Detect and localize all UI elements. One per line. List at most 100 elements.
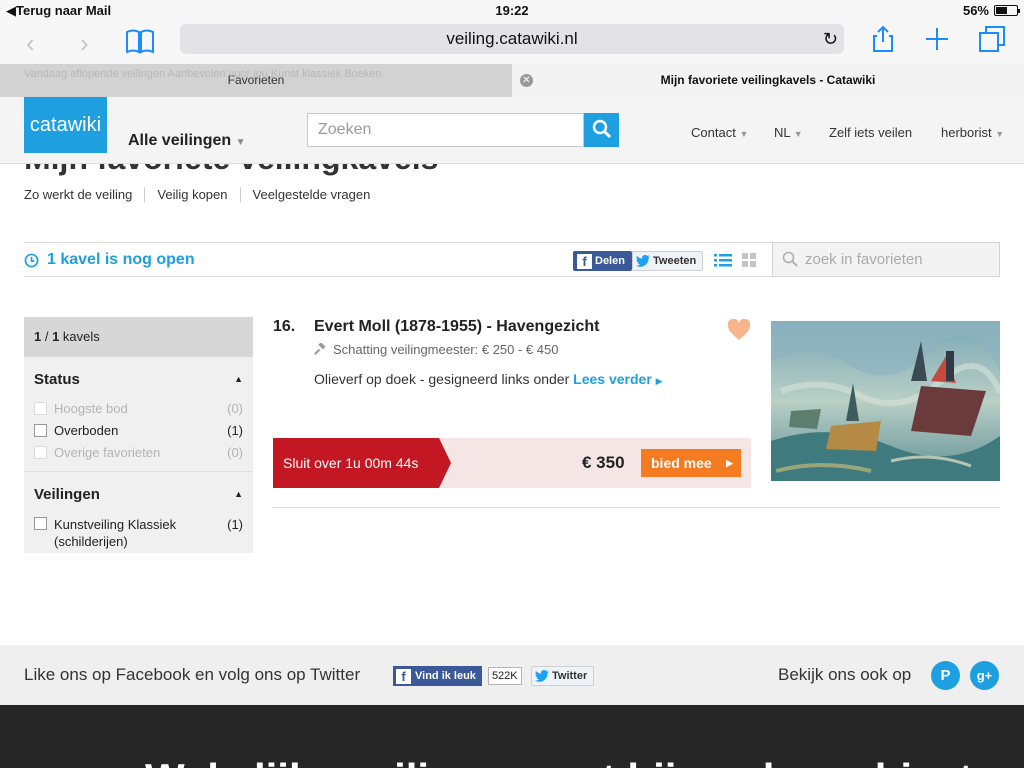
filter-option-count: (1): [227, 423, 243, 438]
nav-sell-label: Zelf iets veilen: [829, 125, 913, 140]
tab-label: Mijn favoriete veilingkavels - Catawiki: [660, 73, 876, 87]
forward-arrow-icon[interactable]: ›: [80, 28, 89, 59]
lot-count-separator: /: [41, 329, 53, 344]
filter-option-count: (1): [227, 517, 243, 532]
chevron-down-icon: ▼: [995, 129, 1005, 139]
browser-tabs: Vandaag aflopende veilingen Aanbevolen v…: [0, 64, 1024, 97]
facebook-icon: f: [577, 253, 592, 269]
chevron-down-icon: ▼: [793, 129, 803, 139]
twitter-icon: [535, 670, 549, 682]
tab-ghost-text: Vandaag aflopende veilingen Aanbevolen v…: [24, 68, 382, 80]
footer: Wekelijks veilingen met bijzondere objec…: [0, 705, 1024, 768]
google-plus-icon[interactable]: g+: [970, 661, 999, 690]
divider: [273, 507, 1000, 508]
checkbox[interactable]: [34, 424, 47, 437]
address-bar[interactable]: veiling.catawiki.nl ↻: [180, 24, 844, 54]
chevron-down-icon: ▼: [739, 129, 749, 139]
back-arrow-icon[interactable]: ‹: [26, 28, 35, 59]
twitter-share-label: Tweeten: [653, 255, 697, 267]
search-button[interactable]: [584, 113, 619, 147]
search-icon: [592, 119, 611, 138]
filter-option-count: (0): [227, 445, 243, 460]
twitter-icon: [636, 255, 650, 267]
facebook-icon: f: [396, 668, 411, 684]
open-lots-count: 1 kavel is nog open: [24, 251, 195, 269]
auctions-filter-header[interactable]: Veilingen ▲: [34, 472, 243, 516]
lot-description: Olieverf op doek - gesigneerd links onde…: [314, 371, 663, 387]
filter-option-label: Overige favorieten: [54, 445, 161, 460]
lot-painting-image[interactable]: [771, 321, 1000, 481]
nav-user[interactable]: herborist ▼: [941, 125, 1004, 140]
subnav-how-it-works[interactable]: Zo werkt de veiling: [24, 187, 146, 202]
new-tab-icon[interactable]: [922, 24, 952, 54]
battery-percent: 56%: [962, 3, 989, 18]
search-icon: [782, 251, 798, 267]
url-text: veiling.catawiki.nl: [446, 29, 578, 48]
auctions-filter-title: Veilingen: [34, 485, 100, 503]
gavel-icon: [314, 343, 326, 355]
status-filter: Status ▲ Hoogste bod (0) Overboden (1) O…: [24, 357, 253, 467]
catawiki-logo[interactable]: catawiki: [24, 97, 107, 153]
search-input[interactable]: [307, 113, 584, 147]
favorites-toolbar: 1 kavel is nog open f Delen Tweeten: [24, 242, 1000, 277]
reload-icon[interactable]: ↻: [823, 24, 838, 54]
facebook-like-label: Vind ik leuk: [415, 670, 476, 682]
lot-count: 1 / 1 kavels: [24, 317, 253, 357]
share-icon[interactable]: [868, 24, 898, 54]
subnav-faq[interactable]: Veelgestelde vragen: [253, 187, 383, 202]
facebook-like-button[interactable]: f Vind ik leuk 522K: [393, 666, 522, 686]
favorites-search-input[interactable]: [772, 242, 1000, 277]
filter-option[interactable]: Kunstveiling Klassiek (schilderijen) (1): [34, 516, 243, 554]
filter-option-label: Kunstveiling Klassiek (schilderijen): [54, 517, 177, 549]
nav-language[interactable]: NL ▼: [774, 125, 803, 140]
auctions-filter: Veilingen ▲ Kunstveiling Klassiek (schil…: [24, 472, 253, 554]
lot-count-label: kavels: [59, 329, 100, 344]
checkbox: [34, 402, 47, 415]
lot-title[interactable]: Evert Moll (1878-1955) - Havengezicht: [314, 318, 599, 336]
nav-language-label: NL: [774, 125, 791, 140]
lot-description-text: Olieverf op doek - gesigneerd links onde…: [314, 371, 570, 387]
facebook-like-count: 522K: [487, 667, 522, 685]
tab-active[interactable]: ✕ Mijn favoriete veilingkavels - Catawik…: [512, 64, 1024, 97]
closing-timer: Sluit over 1u 00m 44s: [273, 438, 451, 488]
read-more-link[interactable]: Lees verder ▶: [573, 371, 662, 387]
subnav-safe-buying[interactable]: Veilig kopen: [157, 187, 241, 202]
filter-option-label: Hoogste bod: [54, 401, 128, 416]
favorite-heart-icon[interactable]: [727, 319, 751, 341]
nav-user-label: herborist: [941, 125, 992, 140]
facebook-share-button[interactable]: f Delen: [573, 251, 632, 271]
all-auctions-menu[interactable]: Alle veilingen ▼: [128, 132, 246, 150]
close-tab-icon[interactable]: ✕: [520, 74, 533, 87]
tabs-overview-icon[interactable]: [977, 24, 1007, 54]
filter-option[interactable]: Overboden (1): [34, 423, 243, 445]
status-filter-header[interactable]: Status ▲: [34, 357, 243, 401]
bookmarks-icon[interactable]: [125, 26, 155, 56]
tab-favorieten[interactable]: Vandaag aflopende veilingen Aanbevolen v…: [0, 64, 512, 97]
open-lots-text: 1 kavel is nog open: [47, 251, 195, 268]
nav-sell[interactable]: Zelf iets veilen: [829, 125, 912, 140]
filter-option-count: (0): [227, 401, 243, 416]
bid-button[interactable]: bied mee ▶: [641, 449, 741, 477]
twitter-share-button[interactable]: Tweeten: [632, 251, 704, 271]
grid-view-icon[interactable]: [741, 252, 757, 268]
social-text: Like ons op Facebook en volg ons op Twit…: [24, 665, 361, 684]
twitter-follow-label: Twitter: [552, 670, 588, 682]
bid-bar: Sluit over 1u 00m 44s € 350 bied mee ▶: [273, 438, 751, 488]
clock: 19:22: [495, 3, 529, 18]
all-auctions-label: Alle veilingen: [128, 132, 232, 149]
site-header: catawiki Alle veilingen ▼ Contact ▼ NL ▼…: [0, 97, 1024, 164]
pinterest-icon[interactable]: P: [931, 661, 960, 690]
status-bar: ◀Terug naar Mail 19:22 56%: [0, 0, 1024, 20]
read-more-label: Lees verder: [573, 371, 652, 387]
checkbox[interactable]: [34, 517, 47, 530]
list-view-icon[interactable]: [714, 252, 732, 268]
nav-contact[interactable]: Contact ▼: [691, 125, 748, 140]
twitter-follow-button[interactable]: Twitter: [531, 666, 595, 686]
battery-icon: [994, 5, 1020, 16]
filter-option: Hoogste bod (0): [34, 401, 243, 423]
collapse-icon: ▲: [234, 374, 243, 384]
facebook-like-label-wrap: f Vind ik leuk: [393, 666, 482, 686]
lot-estimate-text: Schatting veilingmeester: € 250 - € 450: [333, 342, 559, 357]
sub-nav: Zo werkt de veiling Veilig kopen Veelges…: [24, 187, 394, 202]
facebook-share-label: Delen: [595, 255, 625, 267]
